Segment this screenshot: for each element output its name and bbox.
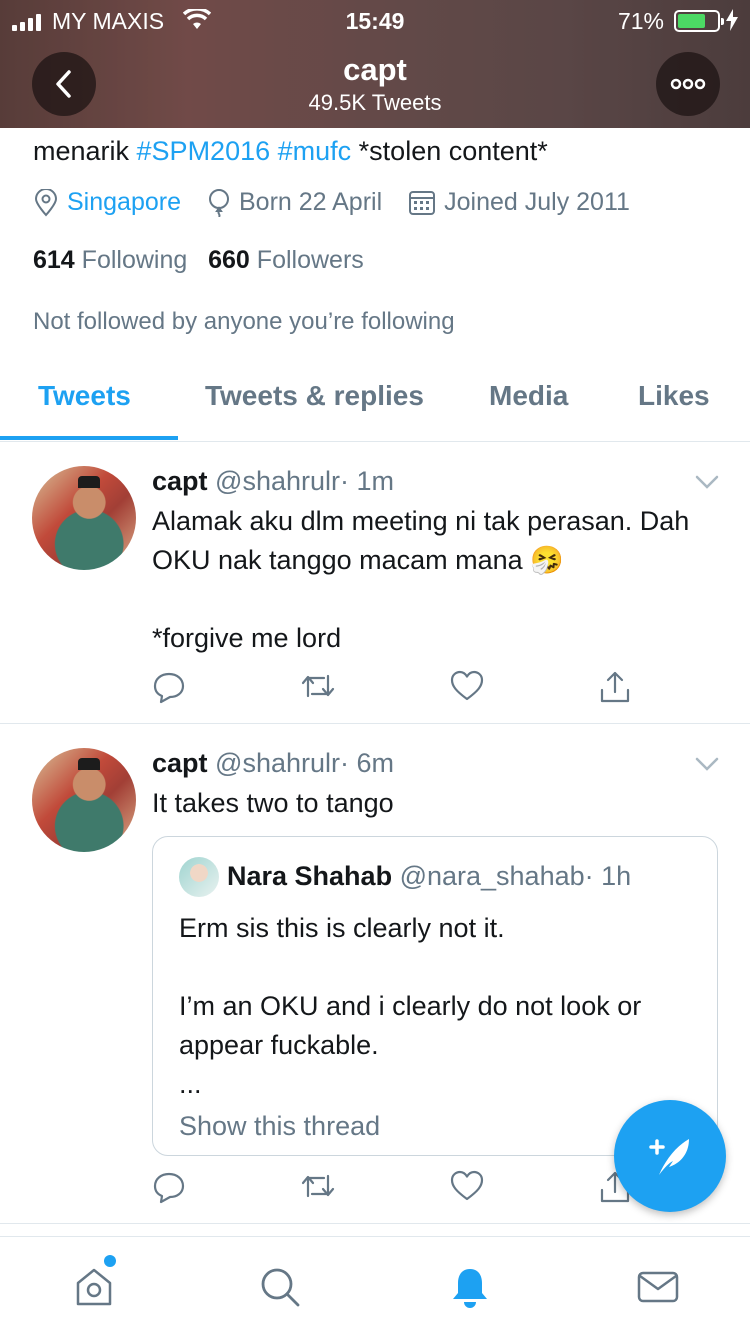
quoted-tweet-header: Nara Shahab @nara_shahab· 1h xyxy=(227,861,631,892)
hashtag-link[interactable]: #mufc xyxy=(278,136,352,166)
retweet-icon[interactable] xyxy=(300,670,336,702)
followed-by-note: Not followed by anyone you’re following xyxy=(33,308,455,335)
active-tab-indicator xyxy=(0,436,178,440)
hashtag-link[interactable]: #SPM2016 xyxy=(137,136,271,166)
more-dots-icon xyxy=(670,78,706,90)
nav-messages[interactable] xyxy=(634,1263,682,1311)
balloon-icon xyxy=(208,188,229,217)
new-content-dot xyxy=(104,1255,116,1267)
more-options-button[interactable] xyxy=(656,52,720,116)
tweet-author-name[interactable]: capt xyxy=(152,748,208,778)
following-count: 614 xyxy=(33,246,75,274)
tweet-actions xyxy=(152,1170,632,1210)
tweet-author-handle[interactable]: @shahrulr xyxy=(215,466,340,496)
profile-bio: menarik #SPM2016 #mufc *stolen content* xyxy=(33,136,548,167)
quoted-author-name: Nara Shahab xyxy=(227,861,393,891)
chevron-down-icon[interactable] xyxy=(694,474,720,490)
header-tweet-count: 49.5K Tweets xyxy=(308,90,442,115)
birthday-item: Born 22 April xyxy=(207,188,382,217)
joined-text: Joined July 2011 xyxy=(444,188,630,216)
quoted-timestamp: · 1h xyxy=(584,861,632,891)
birthday-text: Born 22 April xyxy=(238,188,383,216)
tweet-actions xyxy=(152,670,632,710)
tweet-timestamp: · 1m xyxy=(340,466,395,496)
followers-count: 660 xyxy=(208,246,250,274)
bio-text: *stolen content* xyxy=(351,136,548,166)
retweet-icon[interactable] xyxy=(300,1170,336,1202)
status-bar: MY MAXIS 15:49 71% xyxy=(0,6,750,36)
reply-icon[interactable] xyxy=(152,1170,186,1204)
tab-tweets[interactable]: Tweets xyxy=(38,380,131,412)
following-label: Following xyxy=(81,246,188,274)
quoted-author-handle: @nara_shahab xyxy=(399,861,585,891)
nav-home[interactable] xyxy=(70,1263,118,1311)
nav-search[interactable] xyxy=(256,1263,304,1311)
following-link[interactable]: 614 Following xyxy=(33,246,187,274)
avatar[interactable] xyxy=(32,466,136,570)
tab-likes[interactable]: Likes xyxy=(638,380,710,412)
battery-icon xyxy=(674,10,724,32)
bio-text: menarik xyxy=(33,136,137,166)
avatar[interactable] xyxy=(32,748,136,852)
battery-percent: 71% xyxy=(617,8,664,34)
location-link[interactable]: Singapore xyxy=(67,188,181,217)
compose-tweet-button[interactable] xyxy=(614,1100,726,1212)
bottom-navigation xyxy=(0,1236,750,1334)
tweet-timestamp: · 6m xyxy=(340,748,395,778)
tweet-author-handle[interactable]: @shahrulr xyxy=(215,748,340,778)
tweet-text: Alamak aku dlm meeting ni tak perasan. D… xyxy=(152,506,690,653)
header-title: capt xyxy=(343,52,407,87)
followers-link[interactable]: 660 Followers xyxy=(208,246,364,274)
tweet-author-name[interactable]: capt xyxy=(152,466,208,496)
avatar[interactable] xyxy=(179,857,219,897)
calendar-icon xyxy=(409,190,436,215)
follow-stats: 614 Following 660 Followers xyxy=(33,246,364,275)
profile-tabs: Tweets Tweets & replies Media Likes xyxy=(0,362,750,442)
like-icon[interactable] xyxy=(450,670,484,702)
location-item: Singapore xyxy=(33,188,181,217)
chevron-down-icon[interactable] xyxy=(694,756,720,772)
home-icon xyxy=(76,1268,112,1306)
joined-item: Joined July 2011 xyxy=(408,188,630,217)
compose-tweet-icon xyxy=(649,1139,689,1175)
followers-label: Followers xyxy=(256,246,364,274)
profile-meta: Singapore Born 22 April Joined July 2011 xyxy=(33,188,656,217)
tweet-header: capt @shahrulr· 6m xyxy=(152,748,394,779)
tweet-item[interactable]: capt @shahrulr· 1m Alamak aku dlm meetin… xyxy=(0,442,750,724)
charging-icon xyxy=(726,9,738,31)
messages-icon xyxy=(637,1271,679,1303)
profile-header: MY MAXIS 15:49 71% capt 49.5K Tweets xyxy=(0,0,750,128)
search-icon xyxy=(261,1268,300,1307)
tab-media[interactable]: Media xyxy=(489,380,568,412)
notifications-icon xyxy=(453,1269,487,1308)
tweet-text: It takes two to tango xyxy=(152,788,394,818)
like-icon[interactable] xyxy=(450,1170,484,1202)
tweet-header: capt @shahrulr· 1m xyxy=(152,466,394,497)
location-pin-icon xyxy=(34,188,58,216)
show-thread-link[interactable]: Show this thread xyxy=(179,1111,380,1142)
reply-icon[interactable] xyxy=(152,670,186,704)
nav-notifications[interactable] xyxy=(446,1263,494,1311)
share-icon[interactable] xyxy=(598,670,632,704)
quoted-tweet-text: Erm sis this is clearly not it. I’m an O… xyxy=(179,913,642,1099)
quoted-tweet[interactable]: Nara Shahab @nara_shahab· 1h Erm sis thi… xyxy=(152,836,718,1156)
tab-tweets-replies[interactable]: Tweets & replies xyxy=(205,380,424,412)
